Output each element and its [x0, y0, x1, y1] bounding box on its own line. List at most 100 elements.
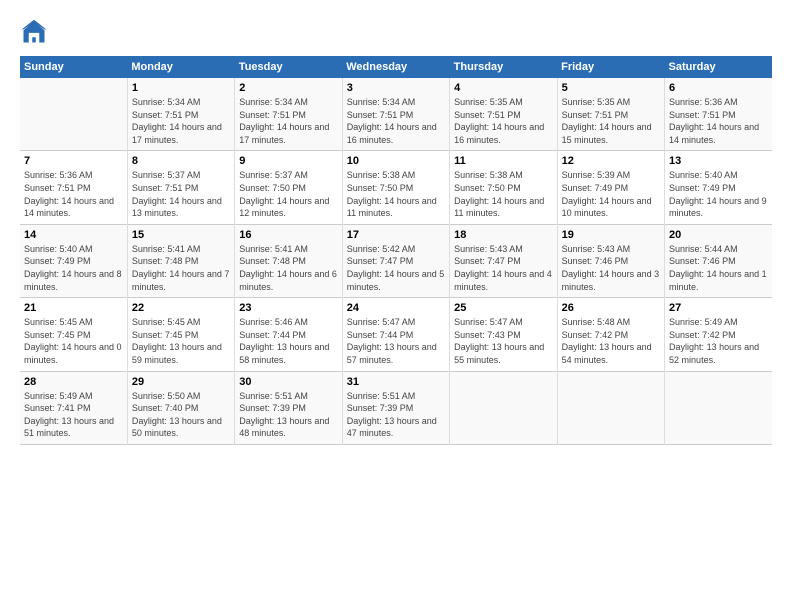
day-number: 11: [454, 155, 552, 167]
day-number: 28: [24, 376, 123, 388]
day-detail: Sunrise: 5:44 AMSunset: 7:46 PMDaylight:…: [669, 243, 768, 293]
day-number: 22: [132, 302, 230, 314]
day-detail: Sunrise: 5:43 AMSunset: 7:47 PMDaylight:…: [454, 243, 552, 293]
day-number: 20: [669, 229, 768, 241]
calendar-cell: 3Sunrise: 5:34 AMSunset: 7:51 PMDaylight…: [342, 78, 449, 151]
day-detail: Sunrise: 5:41 AMSunset: 7:48 PMDaylight:…: [239, 243, 337, 293]
week-row-5: 28 Sunrise: 5:49 AMSunset: 7:41 PMDayligh…: [20, 371, 772, 444]
day-detail: Sunrise: 5:49 AMSunset: 7:41 PMDaylight:…: [24, 390, 123, 440]
day-detail: Sunrise: 5:40 AMSunset: 7:49 PMDaylight:…: [24, 243, 123, 293]
calendar-cell: 13 Sunrise: 5:40 AMSunset: 7:49 PMDayligh…: [665, 151, 772, 224]
day-detail: Sunrise: 5:38 AMSunset: 7:50 PMDaylight:…: [454, 169, 552, 219]
day-detail: Sunrise: 5:36 AMSunset: 7:51 PMDaylight:…: [669, 96, 768, 146]
logo-icon: [20, 18, 48, 46]
day-detail: Sunrise: 5:34 AMSunset: 7:51 PMDaylight:…: [132, 96, 230, 146]
day-detail: Sunrise: 5:43 AMSunset: 7:46 PMDaylight:…: [562, 243, 660, 293]
day-detail: Sunrise: 5:35 AMSunset: 7:51 PMDaylight:…: [454, 96, 552, 146]
calendar-cell: 17 Sunrise: 5:42 AMSunset: 7:47 PMDayligh…: [342, 224, 449, 297]
day-number: 9: [239, 155, 337, 167]
calendar-table: SundayMondayTuesdayWednesdayThursdayFrid…: [20, 56, 772, 445]
header-wednesday: Wednesday: [342, 56, 449, 78]
calendar-cell: 7 Sunrise: 5:36 AMSunset: 7:51 PMDaylight…: [20, 151, 127, 224]
calendar-cell: 18 Sunrise: 5:43 AMSunset: 7:47 PMDayligh…: [450, 224, 557, 297]
day-detail: Sunrise: 5:37 AMSunset: 7:51 PMDaylight:…: [132, 169, 230, 219]
calendar-cell: 8 Sunrise: 5:37 AMSunset: 7:51 PMDaylight…: [127, 151, 234, 224]
day-detail: Sunrise: 5:47 AMSunset: 7:44 PMDaylight:…: [347, 316, 445, 366]
calendar-cell: 5Sunrise: 5:35 AMSunset: 7:51 PMDaylight…: [557, 78, 664, 151]
day-detail: Sunrise: 5:46 AMSunset: 7:44 PMDaylight:…: [239, 316, 337, 366]
calendar-cell: 11 Sunrise: 5:38 AMSunset: 7:50 PMDayligh…: [450, 151, 557, 224]
calendar-cell: 20 Sunrise: 5:44 AMSunset: 7:46 PMDayligh…: [665, 224, 772, 297]
week-row-2: 7 Sunrise: 5:36 AMSunset: 7:51 PMDaylight…: [20, 151, 772, 224]
page: SundayMondayTuesdayWednesdayThursdayFrid…: [0, 0, 792, 612]
day-number: 3: [347, 82, 445, 94]
calendar-cell: 1 Sunrise: 5:34 AMSunset: 7:51 PMDaylight…: [127, 78, 234, 151]
day-detail: Sunrise: 5:45 AMSunset: 7:45 PMDaylight:…: [24, 316, 123, 366]
day-number: 4: [454, 82, 552, 94]
day-number: 16: [239, 229, 337, 241]
day-number: 26: [562, 302, 660, 314]
calendar-cell: 30Sunrise: 5:51 AMSunset: 7:39 PMDayligh…: [235, 371, 342, 444]
calendar-cell: 22 Sunrise: 5:45 AMSunset: 7:45 PMDayligh…: [127, 298, 234, 371]
day-detail: Sunrise: 5:41 AMSunset: 7:48 PMDaylight:…: [132, 243, 230, 293]
day-detail: Sunrise: 5:42 AMSunset: 7:47 PMDaylight:…: [347, 243, 445, 293]
day-number: 30: [239, 376, 337, 388]
day-number: 17: [347, 229, 445, 241]
day-detail: Sunrise: 5:50 AMSunset: 7:40 PMDaylight:…: [132, 390, 230, 440]
day-number: 10: [347, 155, 445, 167]
header-saturday: Saturday: [665, 56, 772, 78]
week-row-1: 1 Sunrise: 5:34 AMSunset: 7:51 PMDaylight…: [20, 78, 772, 151]
calendar-cell: 2 Sunrise: 5:34 AMSunset: 7:51 PMDaylight…: [235, 78, 342, 151]
header: [20, 18, 772, 46]
day-number: 19: [562, 229, 660, 241]
day-number: 18: [454, 229, 552, 241]
calendar-cell: [557, 371, 664, 444]
day-detail: Sunrise: 5:36 AMSunset: 7:51 PMDaylight:…: [24, 169, 123, 219]
day-detail: Sunrise: 5:47 AMSunset: 7:43 PMDaylight:…: [454, 316, 552, 366]
week-row-4: 21 Sunrise: 5:45 AMSunset: 7:45 PMDayligh…: [20, 298, 772, 371]
calendar-cell: 14 Sunrise: 5:40 AMSunset: 7:49 PMDayligh…: [20, 224, 127, 297]
day-number: 29: [132, 376, 230, 388]
day-number: 1: [132, 82, 230, 94]
calendar-cell: 9 Sunrise: 5:37 AMSunset: 7:50 PMDaylight…: [235, 151, 342, 224]
header-sunday: Sunday: [20, 56, 127, 78]
calendar-cell: 16 Sunrise: 5:41 AMSunset: 7:48 PMDayligh…: [235, 224, 342, 297]
day-number: 21: [24, 302, 123, 314]
calendar-cell: 26 Sunrise: 5:48 AMSunset: 7:42 PMDayligh…: [557, 298, 664, 371]
day-number: 13: [669, 155, 768, 167]
calendar-cell: 28 Sunrise: 5:49 AMSunset: 7:41 PMDayligh…: [20, 371, 127, 444]
day-number: 24: [347, 302, 445, 314]
day-number: 27: [669, 302, 768, 314]
day-detail: Sunrise: 5:39 AMSunset: 7:49 PMDaylight:…: [562, 169, 660, 219]
day-number: 14: [24, 229, 123, 241]
calendar-cell: 19 Sunrise: 5:43 AMSunset: 7:46 PMDayligh…: [557, 224, 664, 297]
header-tuesday: Tuesday: [235, 56, 342, 78]
calendar-cell: 10 Sunrise: 5:38 AMSunset: 7:50 PMDayligh…: [342, 151, 449, 224]
day-detail: Sunrise: 5:48 AMSunset: 7:42 PMDaylight:…: [562, 316, 660, 366]
calendar-cell: 23Sunrise: 5:46 AMSunset: 7:44 PMDayligh…: [235, 298, 342, 371]
calendar-cell: 24 Sunrise: 5:47 AMSunset: 7:44 PMDayligh…: [342, 298, 449, 371]
day-detail: Sunrise: 5:34 AMSunset: 7:51 PMDaylight:…: [239, 96, 337, 146]
calendar-cell: 29 Sunrise: 5:50 AMSunset: 7:40 PMDayligh…: [127, 371, 234, 444]
week-row-3: 14 Sunrise: 5:40 AMSunset: 7:49 PMDayligh…: [20, 224, 772, 297]
logo: [20, 18, 52, 46]
header-row: SundayMondayTuesdayWednesdayThursdayFrid…: [20, 56, 772, 78]
calendar-cell: 25Sunrise: 5:47 AMSunset: 7:43 PMDayligh…: [450, 298, 557, 371]
day-detail: Sunrise: 5:37 AMSunset: 7:50 PMDaylight:…: [239, 169, 337, 219]
calendar-cell: [665, 371, 772, 444]
day-number: 7: [24, 155, 123, 167]
day-detail: Sunrise: 5:45 AMSunset: 7:45 PMDaylight:…: [132, 316, 230, 366]
calendar-cell: 15Sunrise: 5:41 AMSunset: 7:48 PMDayligh…: [127, 224, 234, 297]
day-number: 31: [347, 376, 445, 388]
calendar-cell: 31Sunrise: 5:51 AMSunset: 7:39 PMDayligh…: [342, 371, 449, 444]
calendar-cell: 21 Sunrise: 5:45 AMSunset: 7:45 PMDayligh…: [20, 298, 127, 371]
day-number: 2: [239, 82, 337, 94]
calendar-cell: 12 Sunrise: 5:39 AMSunset: 7:49 PMDayligh…: [557, 151, 664, 224]
day-detail: Sunrise: 5:40 AMSunset: 7:49 PMDaylight:…: [669, 169, 768, 219]
day-number: 8: [132, 155, 230, 167]
day-number: 5: [562, 82, 660, 94]
day-detail: Sunrise: 5:49 AMSunset: 7:42 PMDaylight:…: [669, 316, 768, 366]
day-number: 12: [562, 155, 660, 167]
header-friday: Friday: [557, 56, 664, 78]
day-detail: Sunrise: 5:38 AMSunset: 7:50 PMDaylight:…: [347, 169, 445, 219]
